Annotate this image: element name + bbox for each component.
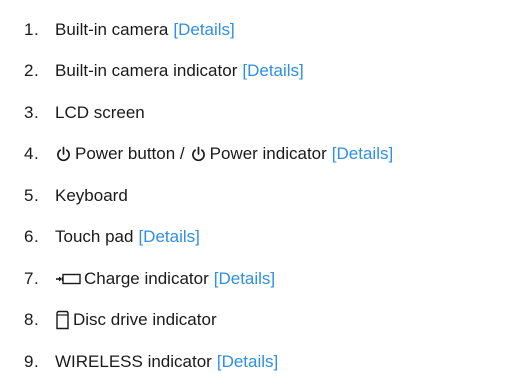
list-item-power: 4. Power button / Power indicator [Detai… xyxy=(24,134,529,176)
list-item-built-in-camera: 1. Built-in camera [Details] xyxy=(24,9,529,51)
charge-battery-icon xyxy=(55,273,81,285)
list-item-charge-indicator: 7. Charge indicator [Details] xyxy=(24,258,529,300)
list-item-lcd-screen: 3. LCD screen xyxy=(24,92,529,134)
item-label: LCD screen xyxy=(55,102,145,122)
item-number: 4. xyxy=(24,144,40,164)
component-list: 1. Built-in camera [Details] 2. Built-in… xyxy=(0,0,529,383)
details-link-built-in-camera[interactable]: [Details] xyxy=(173,20,234,40)
list-item-disc-drive-indicator: 8. Disc drive indicator xyxy=(24,300,529,342)
item-number: 1. xyxy=(24,19,40,39)
item-label: Touch pad xyxy=(55,227,134,247)
item-number: 8. xyxy=(24,310,40,330)
details-link-built-in-camera-indicator[interactable]: [Details] xyxy=(242,61,303,81)
item-number: 3. xyxy=(24,102,40,122)
item-label-power-button: Power button / xyxy=(75,144,185,164)
item-number: 7. xyxy=(24,268,40,288)
item-number: 5. xyxy=(24,185,40,205)
disc-drive-icon xyxy=(55,310,70,330)
list-item-keyboard: 5. Keyboard xyxy=(24,175,529,217)
item-label: WIRELESS indicator xyxy=(55,351,212,371)
item-number: 6. xyxy=(24,227,40,247)
details-link-charge-indicator[interactable]: [Details] xyxy=(214,269,275,289)
list-item-built-in-camera-indicator: 2. Built-in camera indicator [Details] xyxy=(24,51,529,93)
item-label: Built-in camera xyxy=(55,19,169,39)
item-label: Disc drive indicator xyxy=(73,310,217,330)
power-icon xyxy=(55,146,72,163)
item-number: 9. xyxy=(24,351,40,371)
item-label: Built-in camera indicator xyxy=(55,61,238,81)
details-link-power[interactable]: [Details] xyxy=(332,144,393,164)
details-link-touch-pad[interactable]: [Details] xyxy=(138,227,199,247)
item-label-power-indicator: Power indicator xyxy=(209,144,327,164)
list-item-touch-pad: 6. Touch pad [Details] xyxy=(24,217,529,259)
list-item-wireless-indicator: 9. WIRELESS indicator [Details] xyxy=(24,341,529,383)
item-label: Keyboard xyxy=(55,185,128,205)
item-label: Charge indicator xyxy=(84,268,209,288)
details-link-wireless-indicator[interactable]: [Details] xyxy=(217,352,278,372)
item-number: 2. xyxy=(24,61,40,81)
power-icon xyxy=(190,146,207,163)
